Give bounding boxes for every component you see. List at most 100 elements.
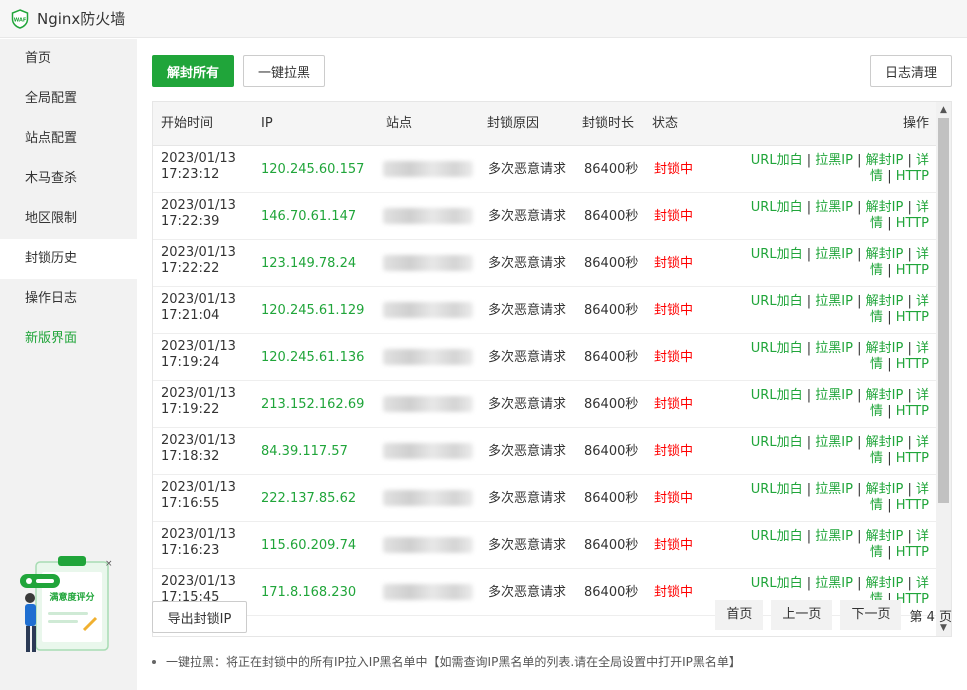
sidebar-item-site-config[interactable]: 站点配置 (0, 119, 137, 159)
http-link[interactable]: HTTP (896, 545, 929, 560)
unblock-ip-link[interactable]: 解封IP (866, 247, 904, 262)
title-bar: WAF Nginx防火墙 (0, 0, 967, 38)
detail-link-part2[interactable]: 情 (870, 310, 883, 325)
blacklist-ip-link[interactable]: 拉黑IP (815, 388, 853, 403)
ip-cell[interactable]: 213.152.162.69 (261, 381, 364, 428)
url-whitelist-link[interactable]: URL加白 (751, 388, 803, 403)
unblock-ip-link[interactable]: 解封IP (866, 576, 904, 591)
sidebar-item-operation-log[interactable]: 操作日志 (0, 279, 137, 319)
action-separator: | (857, 247, 862, 262)
sidebar-item-new-ui[interactable]: 新版界面 (0, 319, 137, 359)
unblock-ip-link[interactable]: 解封IP (866, 482, 904, 497)
sidebar-item-global-config[interactable]: 全局配置 (0, 79, 137, 119)
detail-link-part2[interactable]: 情 (870, 545, 883, 560)
blacklist-ip-link[interactable]: 拉黑IP (815, 482, 853, 497)
detail-link-part2[interactable]: 情 (870, 357, 883, 372)
unblock-ip-link[interactable]: 解封IP (866, 341, 904, 356)
url-whitelist-link[interactable]: URL加白 (751, 576, 803, 591)
blacklist-ip-link[interactable]: 拉黑IP (815, 247, 853, 262)
ip-cell[interactable]: 120.245.61.129 (261, 287, 364, 334)
sidebar-item-region-limit[interactable]: 地区限制 (0, 199, 137, 239)
duration-cell: 86400秒 (584, 350, 639, 365)
detail-link-part1[interactable]: 详 (916, 482, 929, 497)
blacklist-ip-link[interactable]: 拉黑IP (815, 294, 853, 309)
http-link[interactable]: HTTP (896, 404, 929, 419)
http-link[interactable]: HTTP (896, 310, 929, 325)
detail-link-part2[interactable]: 情 (870, 498, 883, 513)
unblock-all-button[interactable]: 解封所有 (152, 55, 234, 87)
next-page-button[interactable]: 下一页 (840, 600, 902, 630)
detail-link-part2[interactable]: 情 (870, 263, 883, 278)
http-link[interactable]: HTTP (896, 169, 929, 184)
table-scrollbar[interactable]: ▲ ▼ (936, 102, 951, 636)
unblock-ip-link[interactable]: 解封IP (866, 294, 904, 309)
status-cell: 封锁中 (654, 350, 694, 365)
url-whitelist-link[interactable]: URL加白 (751, 153, 803, 168)
detail-link-part1[interactable]: 详 (916, 388, 929, 403)
blacklist-ip-link[interactable]: 拉黑IP (815, 200, 853, 215)
http-link[interactable]: HTTP (896, 263, 929, 278)
detail-link-part1[interactable]: 详 (916, 294, 929, 309)
site-cell-blurred (383, 255, 473, 271)
url-whitelist-link[interactable]: URL加白 (751, 482, 803, 497)
action-separator: | (907, 435, 912, 450)
blacklist-ip-link[interactable]: 拉黑IP (815, 529, 853, 544)
url-whitelist-link[interactable]: URL加白 (751, 341, 803, 356)
detail-link-part2[interactable]: 情 (870, 404, 883, 419)
start-date: 2023/01/13 (161, 527, 236, 542)
url-whitelist-link[interactable]: URL加白 (751, 529, 803, 544)
one-click-blacklist-button[interactable]: 一键拉黑 (243, 55, 325, 87)
actions-cell: URL加白 | 拉黑IP | 解封IP | 详情 | HTTP (739, 435, 929, 467)
detail-link-part1[interactable]: 详 (916, 435, 929, 450)
unblock-ip-link[interactable]: 解封IP (866, 388, 904, 403)
satisfaction-widget[interactable]: × 满意度评分 (14, 554, 114, 662)
clear-log-button[interactable]: 日志清理 (870, 55, 952, 87)
reason-cell: 多次恶意请求 (488, 397, 567, 412)
detail-link-part1[interactable]: 详 (916, 341, 929, 356)
ip-cell[interactable]: 120.245.61.136 (261, 334, 364, 381)
sidebar-item-trojan-scan[interactable]: 木马查杀 (0, 159, 137, 199)
unblock-ip-link[interactable]: 解封IP (866, 435, 904, 450)
detail-link-part2[interactable]: 情 (870, 451, 883, 466)
start-date: 2023/01/13 (161, 292, 236, 307)
scroll-up-icon[interactable]: ▲ (936, 102, 951, 118)
unblock-ip-link[interactable]: 解封IP (866, 529, 904, 544)
detail-link-part1[interactable]: 详 (916, 200, 929, 215)
prev-page-button[interactable]: 上一页 (771, 600, 833, 630)
scrollbar-thumb[interactable] (938, 118, 949, 503)
http-link[interactable]: HTTP (896, 357, 929, 372)
ip-cell[interactable]: 123.149.78.24 (261, 240, 356, 287)
unblock-ip-link[interactable]: 解封IP (866, 153, 904, 168)
ip-cell[interactable]: 222.137.85.62 (261, 475, 356, 522)
http-link[interactable]: HTTP (896, 498, 929, 513)
ip-cell[interactable]: 146.70.61.147 (261, 193, 356, 240)
http-link[interactable]: HTTP (896, 216, 929, 231)
detail-link-part2[interactable]: 情 (870, 169, 883, 184)
blacklist-ip-link[interactable]: 拉黑IP (815, 153, 853, 168)
url-whitelist-link[interactable]: URL加白 (751, 247, 803, 262)
blacklist-ip-link[interactable]: 拉黑IP (815, 435, 853, 450)
url-whitelist-link[interactable]: URL加白 (751, 435, 803, 450)
detail-link-part1[interactable]: 详 (916, 576, 929, 591)
export-blocked-ip-button[interactable]: 导出封锁IP (152, 601, 247, 633)
blacklist-ip-link[interactable]: 拉黑IP (815, 576, 853, 591)
duration-cell: 86400秒 (584, 397, 639, 412)
detail-link-part2[interactable]: 情 (870, 216, 883, 231)
ip-cell[interactable]: 84.39.117.57 (261, 428, 348, 475)
ip-cell[interactable]: 115.60.209.74 (261, 522, 356, 569)
detail-link-part1[interactable]: 详 (916, 153, 929, 168)
svg-text:满意度评分: 满意度评分 (49, 591, 94, 603)
blacklist-ip-link[interactable]: 拉黑IP (815, 341, 853, 356)
action-separator: | (907, 153, 912, 168)
sidebar-item-block-history[interactable]: 封锁历史 (0, 239, 137, 279)
detail-link-part1[interactable]: 详 (916, 247, 929, 262)
ip-cell[interactable]: 120.245.60.157 (261, 146, 364, 193)
url-whitelist-link[interactable]: URL加白 (751, 294, 803, 309)
sidebar-item-home[interactable]: 首页 (0, 39, 137, 79)
url-whitelist-link[interactable]: URL加白 (751, 200, 803, 215)
detail-link-part1[interactable]: 详 (916, 529, 929, 544)
first-page-button[interactable]: 首页 (715, 600, 764, 630)
ip-cell[interactable]: 171.8.168.230 (261, 569, 356, 616)
unblock-ip-link[interactable]: 解封IP (866, 200, 904, 215)
http-link[interactable]: HTTP (896, 451, 929, 466)
